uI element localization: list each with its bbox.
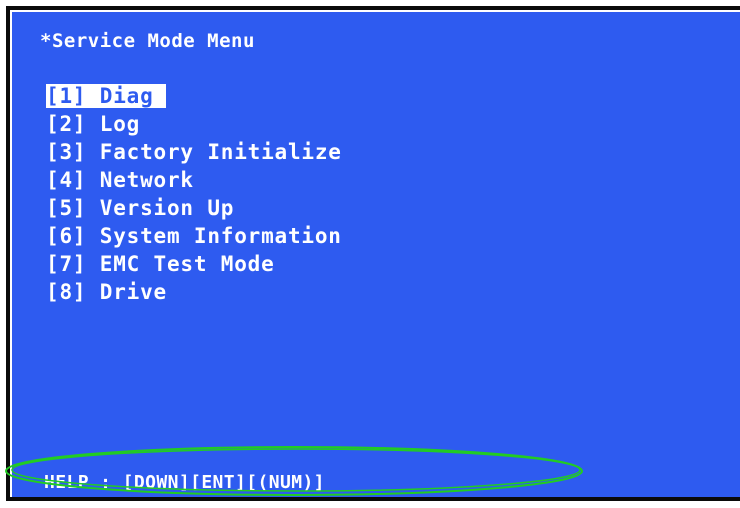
menu-item-system-information[interactable]: [6] System Information (46, 223, 342, 251)
service-menu: [1] Diag [2] Log [3] Factory Initialize … (46, 83, 342, 307)
menu-item-factory-initialize[interactable]: [3] Factory Initialize (46, 139, 342, 167)
menu-item-emc-test-mode[interactable]: [7] EMC Test Mode (46, 251, 342, 279)
service-mode-screen: *Service Mode Menu [1] Diag [2] Log [3] … (6, 6, 740, 501)
help-text: HELP : [DOWN][ENT][(NUM)] (44, 472, 325, 493)
menu-item-network[interactable]: [4] Network (46, 167, 342, 195)
menu-item-log[interactable]: [2] Log (46, 111, 342, 139)
menu-item-drive[interactable]: [8] Drive (46, 279, 342, 307)
menu-item-version-up[interactable]: [5] Version Up (46, 195, 342, 223)
page-title: *Service Mode Menu (40, 30, 255, 52)
menu-item-diag[interactable]: [1] Diag (46, 83, 342, 111)
window-frame: *Service Mode Menu [1] Diag [2] Log [3] … (0, 0, 740, 508)
